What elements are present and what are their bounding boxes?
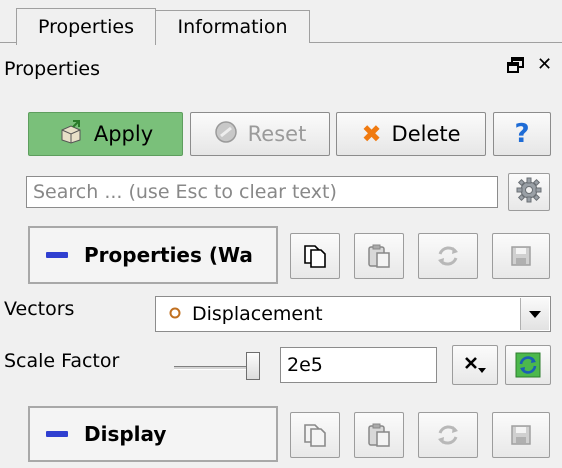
reload-display-button[interactable] (418, 412, 478, 458)
collapse-icon (46, 252, 68, 258)
apply-label: Apply (93, 122, 154, 146)
reset-icon (214, 120, 238, 149)
scale-factor-reset-button[interactable] (452, 345, 498, 385)
save-display-button[interactable] (492, 412, 550, 458)
save-icon (511, 425, 531, 445)
paste-icon (368, 244, 390, 268)
delete-icon: ✖ (361, 120, 382, 148)
search-placeholder: Search ... (use Esc to clear text) (33, 181, 337, 203)
help-button[interactable]: ? (493, 112, 551, 156)
vectors-select[interactable]: Displacement (155, 296, 551, 332)
collapse-icon (46, 431, 68, 437)
save-properties-button[interactable] (492, 233, 550, 279)
copy-icon (304, 424, 326, 447)
delete-label: Delete (391, 122, 461, 146)
scale-factor-auto-button[interactable] (505, 345, 551, 385)
vectors-value: Displacement (192, 303, 323, 325)
scale-factor-label: Scale Factor (4, 350, 120, 372)
copy-properties-button[interactable] (290, 233, 340, 279)
reload-properties-button[interactable] (418, 233, 478, 279)
scale-factor-input[interactable]: 2e5 (280, 347, 437, 383)
reset-button[interactable]: Reset (190, 112, 330, 156)
reset-label: Reset (247, 122, 307, 146)
tab-properties[interactable]: Properties (16, 8, 156, 45)
copy-display-button[interactable] (290, 412, 340, 458)
display-section-toggle[interactable]: Display (28, 406, 278, 462)
properties-section-title: Properties (Wa (84, 243, 253, 267)
paste-display-button[interactable] (354, 412, 404, 458)
refresh-icon (515, 352, 541, 378)
tab-information[interactable]: Information (155, 10, 310, 43)
tab-properties-label: Properties (37, 16, 135, 38)
close-icon[interactable]: ✕ (537, 54, 552, 75)
tab-information-label: Information (177, 16, 288, 38)
search-input[interactable]: Search ... (use Esc to clear text) (26, 176, 498, 208)
properties-section-toggle[interactable]: Properties (Wa (28, 226, 278, 284)
vectors-label: Vectors (4, 298, 75, 320)
advanced-settings-button[interactable] (508, 173, 550, 211)
apply-button[interactable]: Apply (28, 112, 183, 156)
clear-dropdown-icon (465, 357, 486, 373)
point-data-icon (168, 303, 182, 325)
chevron-down-icon[interactable] (520, 298, 549, 330)
float-icon[interactable] (507, 56, 527, 78)
save-icon (511, 246, 531, 266)
gear-icon (516, 177, 542, 208)
scale-factor-slider-handle[interactable] (246, 352, 260, 380)
paste-properties-button[interactable] (354, 233, 404, 279)
delete-button[interactable]: ✖ Delete (336, 112, 486, 156)
reload-icon (438, 425, 458, 445)
reload-icon (438, 246, 458, 266)
paste-icon (368, 423, 390, 447)
scale-factor-slider-track[interactable] (174, 366, 252, 370)
scale-factor-value: 2e5 (287, 354, 323, 376)
dock-title: Properties (4, 58, 101, 80)
help-icon: ? (514, 119, 530, 149)
display-section-title: Display (84, 422, 167, 446)
copy-icon (304, 245, 326, 268)
apply-icon (58, 119, 84, 149)
